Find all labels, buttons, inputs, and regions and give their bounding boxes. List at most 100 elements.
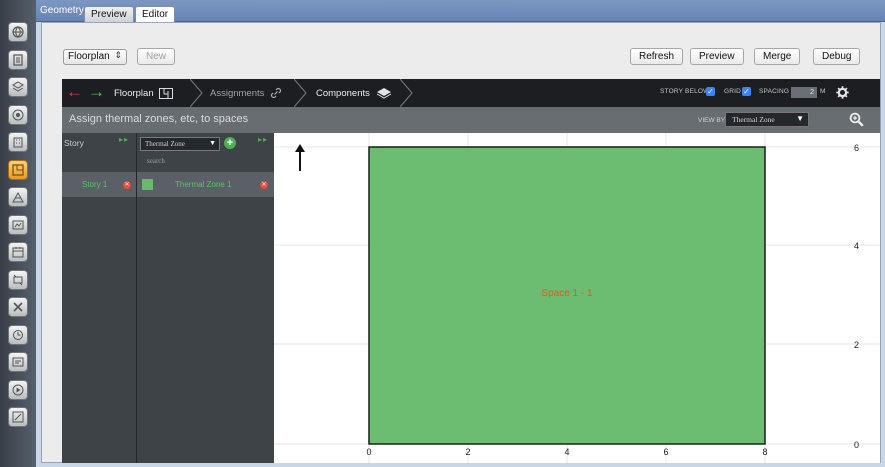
refresh-button[interactable]: Refresh xyxy=(630,48,684,65)
tab-bar: Geometry Preview Editor xyxy=(36,0,885,22)
floorplan-icon xyxy=(12,163,24,176)
tab-preview[interactable]: Preview xyxy=(84,6,134,22)
floorplan-icon xyxy=(158,87,173,99)
forward-arrow-icon[interactable]: → xyxy=(88,83,105,101)
editor-panel: Floorplan ⇕ New Refresh Preview Merge De… xyxy=(41,22,881,463)
add-story-icon[interactable]: ▸▸ xyxy=(119,135,129,144)
select-arrows-icon: ⇕ xyxy=(114,50,122,60)
nav-bar: ← → Floorplan Assignments Components STO… xyxy=(62,79,880,107)
story-item-label: Story 1 xyxy=(82,180,108,189)
delete-zone-icon[interactable]: ✕ xyxy=(260,181,268,189)
toolbar-button-construction[interactable] xyxy=(8,187,28,207)
story-below-checkbox[interactable]: ✓ xyxy=(706,87,715,96)
target-icon xyxy=(12,109,24,120)
y-tick-label: 4 xyxy=(854,241,859,251)
zone-search-input[interactable]: search xyxy=(141,157,267,169)
floorplan-select[interactable]: Floorplan ⇕ xyxy=(63,49,127,65)
toolbar-button-hvac[interactable] xyxy=(8,269,28,290)
breadcrumb-assignments[interactable]: Assignments xyxy=(210,79,282,107)
layers-icon xyxy=(12,81,24,92)
y-tick-label: 2 xyxy=(854,340,859,350)
toolbar-button-layers[interactable] xyxy=(8,77,28,97)
run-icon xyxy=(12,384,24,395)
thermal-zone-pane: Thermal Zone ▼ + ▸▸ search Thermal Zone … xyxy=(137,133,274,463)
toolbar-button-document[interactable] xyxy=(8,49,28,70)
resize-handle-dot[interactable] xyxy=(877,229,880,232)
x-tick-label: 6 xyxy=(663,447,668,457)
toolbar-button-globe[interactable] xyxy=(8,22,28,42)
toolbar-button-results[interactable] xyxy=(8,407,28,427)
toolbar-button-tools[interactable] xyxy=(8,297,28,317)
components-icon xyxy=(376,88,392,99)
floorplan-drawing: Space 1 - 1 0 2 4 6 8 0 2 4 6 xyxy=(274,133,880,463)
zone-type-select[interactable]: Thermal Zone ▼ xyxy=(140,137,220,151)
back-arrow-icon[interactable]: ← xyxy=(66,83,83,101)
merge-button[interactable]: Merge xyxy=(754,48,801,65)
tools-icon xyxy=(13,302,23,312)
resize-handle-dot[interactable] xyxy=(877,235,880,238)
toolbar-button-measure[interactable] xyxy=(8,324,28,345)
spacing-input[interactable]: 2 xyxy=(791,87,817,98)
new-button[interactable]: New xyxy=(137,48,176,65)
story-list-item[interactable]: Story 1 ✕ xyxy=(62,172,136,197)
output-icon xyxy=(12,357,24,367)
top-toolbar: Floorplan ⇕ New Refresh Preview Merge De… xyxy=(42,23,880,79)
story-pane: Story ▸▸ Story 1 ✕ xyxy=(62,133,137,463)
results-icon xyxy=(12,411,24,423)
x-tick-label: 0 xyxy=(366,447,371,457)
gear-icon[interactable] xyxy=(836,86,849,99)
assignments-crumb-label: Assignments xyxy=(210,87,265,99)
breadcrumb-components[interactable]: Components xyxy=(316,79,392,107)
instruction-bar: Assign thermal zones, etc, to spaces VIE… xyxy=(62,107,880,133)
spacing-label: SPACING xyxy=(759,88,790,95)
toolbar-button-loads[interactable] xyxy=(8,214,28,235)
zone-color-swatch[interactable] xyxy=(142,179,153,190)
view-by-select[interactable]: Thermal Zone ▼ xyxy=(725,112,809,127)
expand-pane-icon[interactable]: ▸▸ xyxy=(258,135,268,144)
breadcrumb-separator-2 xyxy=(294,79,307,107)
breadcrumb-floorplan[interactable]: Floorplan xyxy=(114,79,173,107)
loads-icon xyxy=(12,220,24,229)
toolbar-button-building[interactable] xyxy=(8,132,28,152)
story-pane-header: Story ▸▸ xyxy=(62,133,136,155)
toolbar-button-floorplan[interactable] xyxy=(8,159,28,180)
tab-editor[interactable]: Editor xyxy=(135,6,176,22)
schedule-icon xyxy=(12,247,24,258)
x-tick-label: 8 xyxy=(762,447,767,457)
toolbar-button-target[interactable] xyxy=(8,104,28,125)
zone-list-item[interactable]: Thermal Zone 1 ✕ xyxy=(137,172,274,197)
y-tick-label: 6 xyxy=(854,143,859,153)
zone-type-value: Thermal Zone xyxy=(145,140,185,148)
x-tick-label: 2 xyxy=(465,447,470,457)
breadcrumb-separator-3 xyxy=(400,79,413,107)
grid-label: GRID xyxy=(724,88,742,95)
floorplan-canvas[interactable]: Space 1 - 1 0 2 4 6 8 0 2 4 6 xyxy=(274,133,880,463)
globe-icon xyxy=(12,26,24,38)
zoom-icon[interactable] xyxy=(849,112,864,127)
breadcrumb-separator xyxy=(190,79,203,107)
space-label: Space 1 - 1 xyxy=(541,288,593,299)
add-zone-icon[interactable]: + xyxy=(224,137,236,149)
story-below-label: STORY BELOW xyxy=(660,88,710,95)
toolbar-button-output[interactable] xyxy=(8,352,28,372)
hvac-icon xyxy=(13,274,23,285)
zone-item-label: Thermal Zone 1 xyxy=(175,180,232,189)
geometry-tab-label: Geometry xyxy=(40,5,84,16)
toolbar-button-run[interactable] xyxy=(8,379,28,400)
link-icon xyxy=(271,87,282,99)
debug-button[interactable]: Debug xyxy=(813,48,861,65)
components-crumb-label: Components xyxy=(316,87,370,99)
floorplan-select-value: Floorplan xyxy=(68,51,110,62)
measure-icon xyxy=(13,329,23,340)
floorplan-crumb-label: Floorplan xyxy=(114,87,154,99)
left-toolbar xyxy=(0,0,36,467)
view-by-value: Thermal Zone xyxy=(732,115,775,124)
toolbar-button-schedule[interactable] xyxy=(8,242,28,262)
building-icon xyxy=(13,137,23,148)
grid-checkbox[interactable]: ✓ xyxy=(742,87,751,96)
delete-story-icon[interactable]: ✕ xyxy=(123,181,131,189)
preview-button[interactable]: Preview xyxy=(690,48,744,65)
resize-handle-dot[interactable] xyxy=(877,241,880,244)
instruction-text: Assign thermal zones, etc, to spaces xyxy=(69,113,249,125)
view-by-label: VIEW BY xyxy=(698,117,726,124)
